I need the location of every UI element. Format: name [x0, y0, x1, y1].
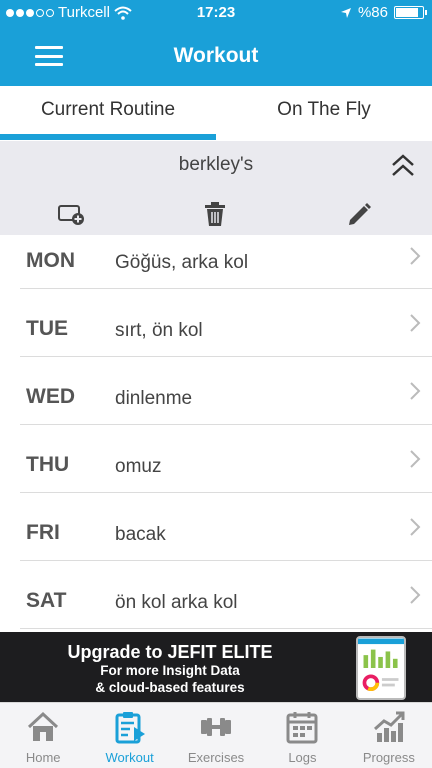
day-description: sırt, ön kol	[115, 320, 203, 341]
banner-subtitle: & cloud-based features	[95, 680, 245, 695]
tab-label: Logs	[288, 750, 317, 765]
chart-icon	[373, 711, 405, 742]
day-row-tue[interactable]: TUE sırt, ön kol	[20, 289, 432, 357]
day-code: SAT	[26, 589, 67, 612]
day-code: WED	[26, 385, 75, 408]
day-row-thu[interactable]: THU omuz	[20, 425, 432, 493]
routine-name: berkley's	[178, 154, 254, 175]
routine-bar: berkley's	[0, 141, 432, 235]
day-row-mon[interactable]: MON Göğüs, arka kol	[20, 235, 432, 289]
day-description: omuz	[115, 456, 162, 477]
day-description: ön kol arka kol	[115, 592, 238, 613]
day-description: bacak	[115, 524, 166, 545]
battery-percent: %86	[357, 4, 388, 21]
app-header: Turkcell 17:23 %86 Workout	[0, 0, 432, 86]
calendar-icon	[286, 712, 318, 744]
tab-label: Progress	[362, 750, 415, 765]
trash-icon[interactable]	[200, 199, 230, 229]
day-code: FRI	[26, 521, 60, 544]
status-bar: Turkcell 17:23 %86	[0, 0, 432, 26]
bottom-tab-bar: Home Workout Exercises Logs Progress	[0, 702, 432, 768]
pencil-icon[interactable]	[344, 199, 374, 229]
home-icon	[28, 711, 59, 741]
add-day-icon[interactable]	[56, 199, 86, 229]
tab-on-the-fly[interactable]: On The Fly	[216, 86, 432, 140]
page-title: Workout	[173, 44, 259, 67]
chevron-right-icon	[410, 314, 421, 332]
chevron-right-icon	[410, 586, 421, 604]
tab-logs[interactable]: Logs	[259, 703, 345, 768]
day-code: THU	[26, 453, 70, 476]
location-arrow-icon	[340, 7, 351, 18]
day-description: Göğüs, arka kol	[115, 252, 249, 273]
dumbbell-icon	[201, 718, 232, 736]
day-row-wed[interactable]: WED dinlenme	[20, 357, 432, 425]
banner-title: Upgrade to JEFIT ELITE	[67, 642, 273, 662]
day-code: MON	[26, 249, 75, 272]
tab-label: Home	[25, 750, 61, 765]
collapse-chevron-icon[interactable]	[388, 151, 418, 181]
chevron-right-icon	[410, 450, 421, 468]
day-list: MON Göğüs, arka kol TUE sırt, ön kol WED…	[20, 235, 432, 629]
day-row-sat[interactable]: SAT ön kol arka kol	[20, 561, 432, 629]
tab-current-routine[interactable]: Current Routine	[0, 86, 216, 140]
tab-workout[interactable]: Workout	[86, 703, 172, 768]
chevron-right-icon	[410, 382, 421, 400]
day-code: TUE	[26, 317, 68, 340]
day-row-fri[interactable]: FRI bacak	[20, 493, 432, 561]
upgrade-banner[interactable]: Upgrade to JEFIT ELITE For more Insight …	[0, 632, 432, 702]
workout-icon	[115, 712, 145, 744]
tab-label: Exercises	[187, 750, 245, 765]
tab-exercises[interactable]: Exercises	[173, 703, 259, 768]
chevron-right-icon	[410, 247, 421, 265]
battery-icon	[394, 6, 427, 19]
banner-subtitle: For more Insight Data	[100, 663, 240, 678]
chevron-right-icon	[410, 518, 421, 536]
tab-progress[interactable]: Progress	[346, 703, 432, 768]
phone-preview-image	[356, 636, 406, 700]
tab-label: Workout	[105, 750, 154, 765]
tab-home[interactable]: Home	[0, 703, 86, 768]
day-description: dinlenme	[115, 388, 193, 409]
segment-tabs: Current Routine On The Fly	[0, 86, 432, 140]
